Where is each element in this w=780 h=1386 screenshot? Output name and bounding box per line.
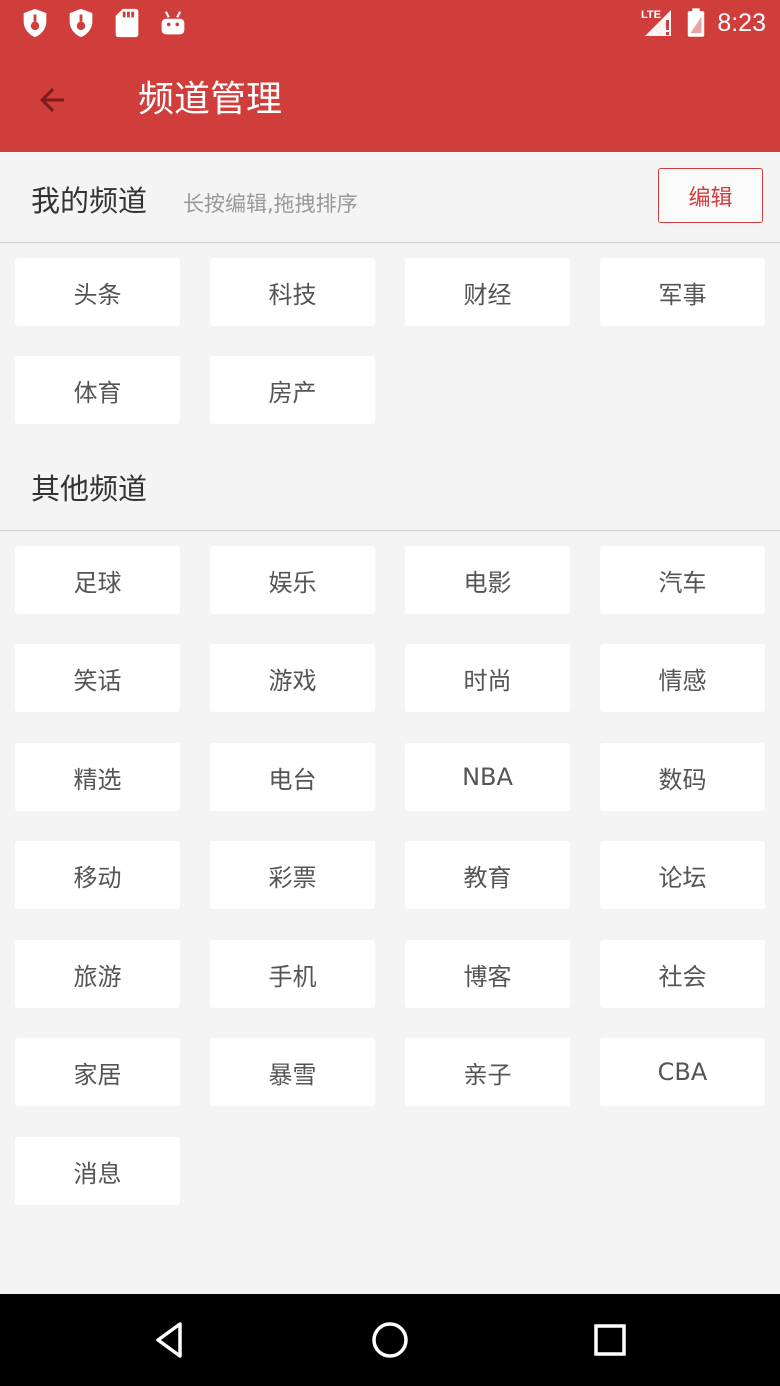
channel-chip[interactable]: 社会 xyxy=(600,940,765,1008)
status-bar: LTE 8:23 xyxy=(0,0,780,48)
my-channels-hint: 长按编辑,拖拽排序 xyxy=(183,192,358,216)
back-triangle-icon[interactable] xyxy=(148,1318,192,1362)
channel-chip[interactable]: NBA xyxy=(405,743,570,811)
channel-chip[interactable]: 教育 xyxy=(405,841,570,909)
channel-chip[interactable]: 军事 xyxy=(600,258,765,326)
channel-chip[interactable]: 博客 xyxy=(405,940,570,1008)
channel-chip[interactable]: 暴雪 xyxy=(210,1038,375,1106)
channel-chip[interactable]: 电台 xyxy=(210,743,375,811)
network-label: LTE xyxy=(641,9,661,21)
signal-icon: LTE xyxy=(641,9,672,36)
channel-chip[interactable]: 汽车 xyxy=(600,546,765,614)
channel-chip[interactable]: CBA xyxy=(600,1038,765,1106)
my-channels-title: 我的频道 xyxy=(31,184,148,218)
channel-chip[interactable]: 头条 xyxy=(15,258,180,326)
channel-chip[interactable]: 娱乐 xyxy=(210,546,375,614)
channel-chip[interactable]: 财经 xyxy=(405,258,570,326)
android-icon xyxy=(161,11,185,35)
recents-square-icon[interactable] xyxy=(588,1318,632,1362)
channel-chip[interactable]: 移动 xyxy=(15,841,180,909)
channel-chip[interactable]: 消息 xyxy=(15,1137,180,1205)
channel-chip[interactable]: 亲子 xyxy=(405,1038,570,1106)
channel-chip[interactable]: 精选 xyxy=(15,743,180,811)
divider xyxy=(0,530,780,531)
channel-chip[interactable]: 电影 xyxy=(405,546,570,614)
sd-card-icon xyxy=(115,8,139,38)
channel-chip[interactable]: 笑话 xyxy=(15,644,180,712)
system-nav-bar xyxy=(0,1294,780,1386)
shield-alert-icon xyxy=(23,8,47,38)
channel-chip[interactable]: 时尚 xyxy=(405,644,570,712)
other-channels-title: 其他频道 xyxy=(31,472,148,506)
channel-chip[interactable]: 房产 xyxy=(210,356,375,424)
status-time: 8:23 xyxy=(717,8,766,37)
status-right: LTE 8:23 xyxy=(641,6,766,40)
edit-button[interactable]: 编辑 xyxy=(658,168,763,223)
divider xyxy=(0,242,780,243)
channel-chip[interactable]: 科技 xyxy=(210,258,375,326)
channel-chip[interactable]: 游戏 xyxy=(210,644,375,712)
shield-alert-icon xyxy=(69,8,93,38)
channel-chip[interactable]: 论坛 xyxy=(600,841,765,909)
channel-chip[interactable]: 情感 xyxy=(600,644,765,712)
status-left-icons xyxy=(18,6,190,40)
channel-chip[interactable]: 体育 xyxy=(15,356,180,424)
channel-chip[interactable]: 彩票 xyxy=(210,841,375,909)
arrow-left-icon xyxy=(40,88,64,112)
channel-chip[interactable]: 足球 xyxy=(15,546,180,614)
home-circle-icon[interactable] xyxy=(368,1318,412,1362)
back-button[interactable] xyxy=(22,72,82,128)
battery-alert-icon xyxy=(688,8,705,37)
channel-chip[interactable]: 手机 xyxy=(210,940,375,1008)
channel-chip[interactable]: 家居 xyxy=(15,1038,180,1106)
app-bar: 频道管理 xyxy=(0,48,780,152)
page-title: 频道管理 xyxy=(138,79,283,120)
channel-chip[interactable]: 旅游 xyxy=(15,940,180,1008)
channel-chip[interactable]: 数码 xyxy=(600,743,765,811)
